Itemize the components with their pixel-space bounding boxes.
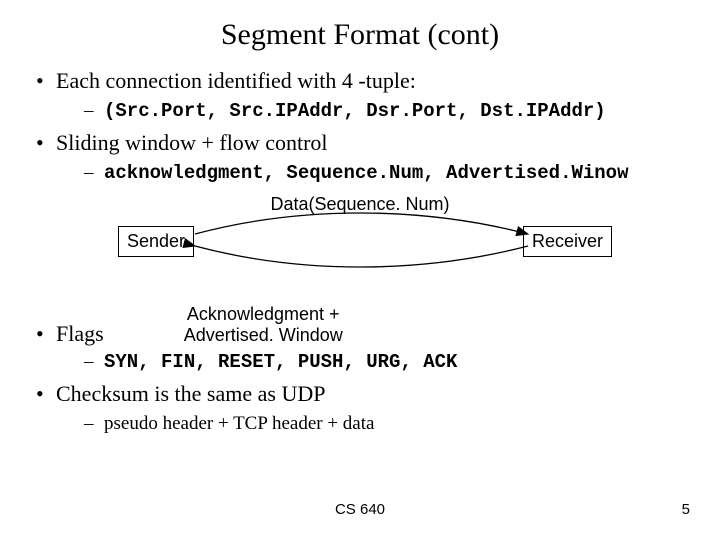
bullet-2-sub: acknowledgment, Sequence.Num, Advertised… (84, 162, 720, 184)
bullet-1-sub-item: (Src.Port, Src.IPAddr, Dsr.Port, Dst.IPA… (84, 100, 720, 122)
bullet-3-sub: SYN, FIN, RESET, PUSH, URG, ACK (84, 351, 720, 373)
diagram-bottom-l2: Advertised. Window (184, 325, 343, 345)
slide-title: Segment Format (cont) (0, 0, 720, 60)
bullet-1-sub-text: (Src.Port, Src.IPAddr, Dsr.Port, Dst.IPA… (104, 100, 606, 122)
diagram-bottom-label: Acknowledgment + Advertised. Window (184, 304, 343, 347)
bullet-3-sub-text: SYN, FIN, RESET, PUSH, URG, ACK (104, 351, 457, 373)
flags-bullet: Flags (30, 321, 104, 347)
data-arrow (195, 213, 528, 234)
bullet-2-sub-text: acknowledgment, Sequence.Num, Advertised… (104, 162, 629, 184)
bullet-1-sub: (Src.Port, Src.IPAddr, Dsr.Port, Dst.IPA… (84, 100, 720, 122)
bullet-list-cont: SYN, FIN, RESET, PUSH, URG, ACK Checksum… (30, 351, 720, 435)
bullet-3-sub-item: SYN, FIN, RESET, PUSH, URG, ACK (84, 351, 720, 373)
bullet-2-sub-item: acknowledgment, Sequence.Num, Advertised… (84, 162, 720, 184)
bullet-2-text: Sliding window + flow control (56, 130, 328, 155)
bullet-3-text: Flags (56, 321, 104, 346)
bullet-1-text: Each connection identified with 4 -tuple… (56, 68, 416, 93)
flags-row: Flags Acknowledgment + Advertised. Windo… (0, 304, 720, 347)
bullet-4-sub: pseudo header + TCP header + data (84, 413, 720, 435)
bullet-2: Sliding window + flow control acknowledg… (30, 130, 720, 184)
footer-page-number: 5 (682, 501, 690, 518)
bullet-4-sub-item: pseudo header + TCP header + data (84, 413, 720, 435)
bullet-list: Each connection identified with 4 -tuple… (30, 68, 720, 184)
bullet-4: Checksum is the same as UDP pseudo heade… (30, 381, 720, 435)
ack-arrow (195, 246, 528, 267)
flow-diagram: Data(Sequence. Num) Sender Receiver (80, 194, 640, 304)
bullet-3: Flags (30, 321, 104, 347)
diagram-bottom-l1: Acknowledgment + (187, 304, 340, 324)
bullet-1: Each connection identified with 4 -tuple… (30, 68, 720, 122)
slide: Segment Format (cont) Each connection id… (0, 0, 720, 540)
diagram-arrows (80, 194, 640, 304)
footer-course: CS 640 (0, 501, 720, 518)
bullet-4-sub-text: pseudo header + TCP header + data (104, 413, 374, 434)
bullet-4-text: Checksum is the same as UDP (56, 381, 325, 406)
bullet-3-cont: SYN, FIN, RESET, PUSH, URG, ACK (30, 351, 720, 373)
